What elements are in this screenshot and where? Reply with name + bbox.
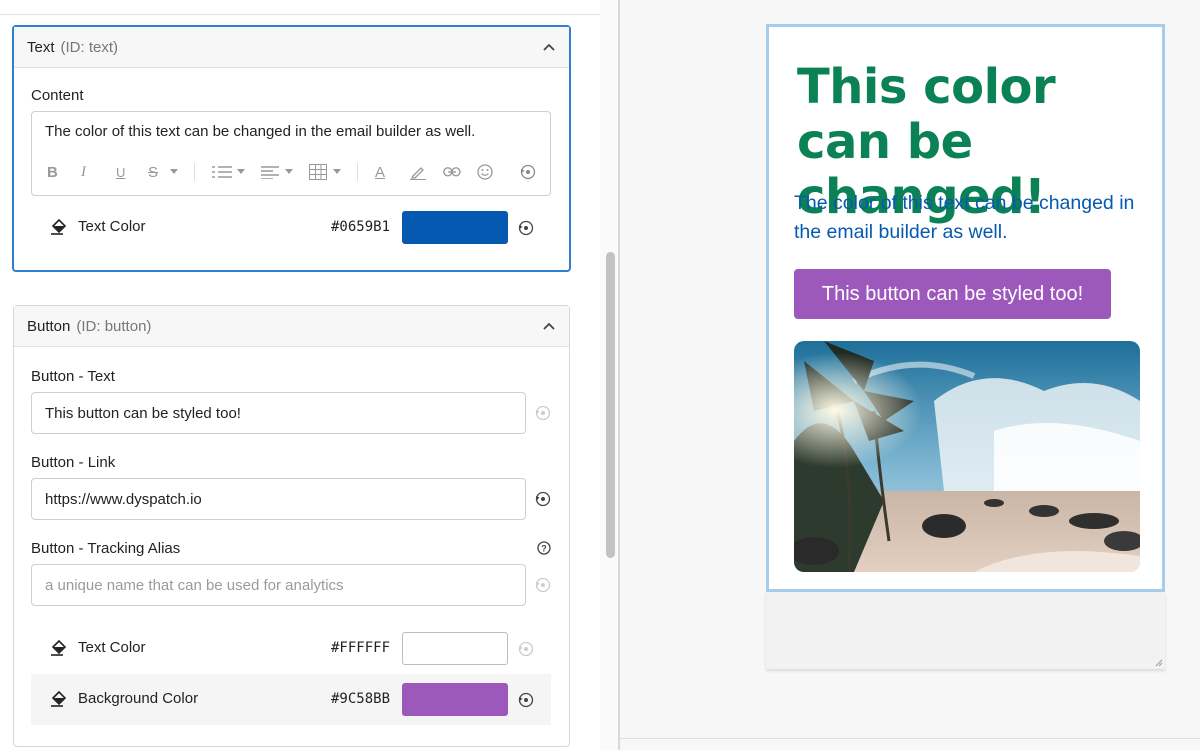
italic-icon[interactable]: I [81, 163, 86, 181]
content-editor[interactable]: The color of this text can be changed in… [31, 111, 551, 196]
reset-icon[interactable] [535, 577, 551, 593]
dropdown-caret-icon[interactable] [170, 163, 178, 181]
chevron-up-icon[interactable] [542, 319, 556, 333]
tracking-alias-input[interactable]: a unique name that can be used for analy… [31, 564, 526, 606]
button-text-color-swatch[interactable] [402, 632, 508, 665]
text-panel-header[interactable]: Text (ID: text) [14, 27, 569, 68]
font-color-icon[interactable]: A [375, 163, 385, 181]
pane-divider[interactable] [618, 0, 620, 750]
text-color-hex[interactable]: #0659B1 [331, 219, 390, 235]
button-bg-color-label: Background Color [78, 689, 199, 707]
table-icon[interactable] [309, 163, 327, 181]
link-icon[interactable] [443, 163, 461, 181]
top-divider [0, 14, 618, 15]
content-label: Content [31, 87, 84, 104]
button-link-input[interactable]: https://www.dyspatch.io [31, 478, 526, 520]
tracking-alias-placeholder[interactable]: a unique name that can be used for analy… [45, 577, 344, 594]
reset-icon[interactable] [518, 692, 534, 708]
paint-bucket-icon [51, 639, 67, 656]
chevron-up-icon[interactable] [542, 40, 556, 54]
strikethrough-icon[interactable]: S [148, 163, 158, 181]
dropdown-caret-icon[interactable] [237, 163, 245, 181]
button-bg-color-swatch[interactable] [402, 683, 508, 716]
paint-bucket-icon [51, 218, 67, 235]
tracking-alias-label: Button - Tracking Alias [31, 540, 181, 557]
dropdown-caret-icon[interactable] [333, 163, 341, 181]
text-color-row: Text Color [50, 217, 146, 235]
button-link-value[interactable]: https://www.dyspatch.io [45, 491, 202, 508]
help-icon[interactable]: ? [537, 541, 553, 557]
button-text-color-row: Text Color [50, 638, 146, 656]
bottom-divider [620, 738, 1200, 739]
reset-icon[interactable] [535, 405, 551, 421]
editor-panel: Text (ID: text) Content The color of thi… [0, 0, 618, 750]
paint-bucket-icon [51, 690, 67, 707]
svg-text:?: ? [541, 544, 547, 554]
underline-icon[interactable]: U [116, 163, 125, 181]
beach-photo [794, 341, 1140, 572]
button-text-value[interactable]: This button can be styled too! [45, 405, 241, 422]
reset-icon[interactable] [518, 641, 534, 657]
email-preview: This color can be changed! The color of … [766, 24, 1165, 592]
button-text-color-hex[interactable]: #FFFFFF [331, 640, 390, 656]
toolbar-separator [357, 163, 358, 181]
list-icon[interactable] [212, 163, 232, 181]
panel-title: Button [27, 317, 71, 335]
reset-icon[interactable] [520, 163, 536, 181]
bold-icon[interactable]: B [47, 163, 58, 181]
button-text-color-label: Text Color [78, 638, 146, 656]
dropdown-caret-icon[interactable] [285, 163, 293, 181]
button-bg-color-row: Background Color [50, 689, 198, 707]
panel-id: (ID: button) [76, 317, 152, 335]
preview-button[interactable]: This button can be styled too! [794, 269, 1111, 319]
button-text-label: Button - Text [31, 368, 115, 385]
emoji-icon[interactable] [477, 163, 493, 181]
toolbar-separator [194, 163, 195, 181]
button-panel-header[interactable]: Button (ID: button) [14, 306, 569, 347]
resize-handle-icon[interactable] [1155, 659, 1163, 667]
scrollbar-thumb[interactable] [606, 252, 615, 558]
button-bg-color-hex[interactable]: #9C58BB [331, 691, 390, 707]
panel-title: Text [27, 38, 55, 56]
highlight-icon[interactable] [410, 163, 426, 181]
preview-paragraph: The color of this text can be changed in… [794, 192, 1135, 243]
reset-icon[interactable] [518, 220, 534, 236]
button-text-input[interactable]: This button can be styled too! [31, 392, 526, 434]
preview-footer-area [766, 592, 1165, 669]
panel-id: (ID: text) [60, 38, 119, 56]
align-icon[interactable] [261, 163, 279, 181]
text-color-label: Text Color [78, 217, 146, 235]
text-color-swatch[interactable] [402, 211, 508, 244]
button-link-label: Button - Link [31, 454, 116, 471]
reset-icon[interactable] [535, 491, 551, 507]
content-text[interactable]: The color of this text can be changed in… [45, 123, 475, 140]
